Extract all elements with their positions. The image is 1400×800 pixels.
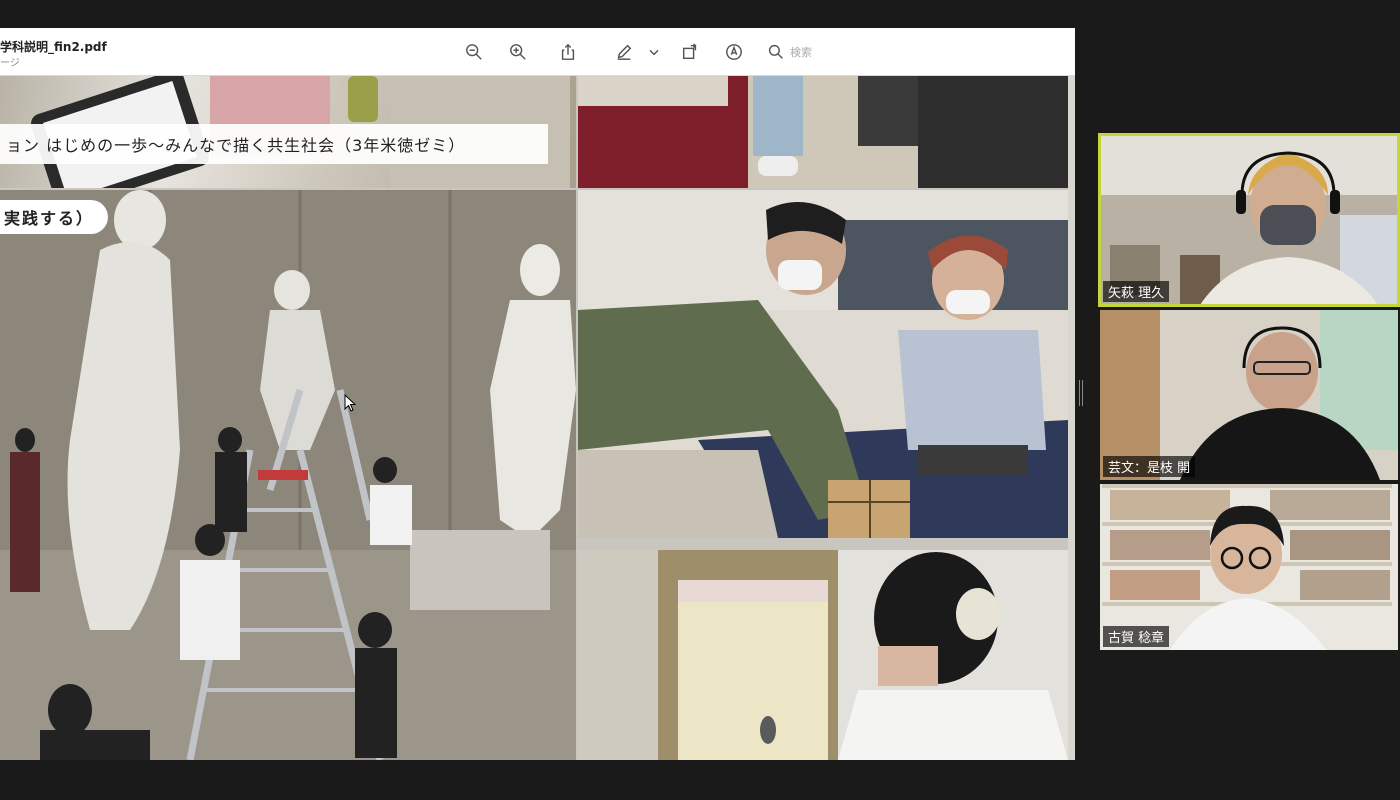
annotate-icon[interactable] — [722, 40, 746, 64]
photo-statues-gallery — [0, 190, 576, 760]
shared-screen: 学科説明_fin2.pdf ージ 検索 ョン はじめの一歩〜みんなで描く共生社会… — [0, 28, 1075, 760]
rotate-icon[interactable] — [678, 40, 702, 64]
markup-pen-icon[interactable] — [612, 40, 636, 64]
photo-tying-box — [578, 190, 1068, 538]
search-field[interactable] — [768, 40, 1068, 64]
share-icon[interactable] — [556, 40, 580, 64]
search-input[interactable] — [790, 45, 1040, 59]
zoom-out-icon[interactable] — [462, 40, 486, 64]
panel-resize-handle[interactable] — [1079, 380, 1083, 406]
chevron-down-icon[interactable] — [646, 40, 662, 64]
video-tile-participant-3[interactable]: 古賀 稔章 — [1100, 484, 1398, 650]
participant-name: 古賀 稔章 — [1103, 626, 1170, 647]
photo-hanging-scroll — [578, 550, 1068, 760]
photo-seated-people — [578, 76, 1068, 188]
mouse-cursor-icon — [344, 394, 356, 412]
slide-badge: 実践する） — [0, 200, 109, 234]
slide-title: ョン はじめの一歩〜みんなで描く共生社会（3年米徳ゼミ） — [0, 124, 548, 164]
participant-name: 芸文：是枝 開 — [1103, 456, 1196, 477]
participant-name: 矢萩 理久 — [1103, 281, 1170, 302]
participant-video-feed — [1100, 135, 1398, 305]
document-subtitle: ージ — [0, 58, 20, 69]
video-tile-participant-2[interactable]: 芸文：是枝 開 — [1100, 310, 1398, 480]
pdf-page: ョン はじめの一歩〜みんなで描く共生社会（3年米徳ゼミ） 実践する） — [0, 76, 1075, 760]
pdf-toolbar: 学科説明_fin2.pdf ージ — [0, 28, 1075, 76]
participant-video-feed — [1100, 310, 1398, 480]
document-title: 学科説明_fin2.pdf — [0, 40, 107, 54]
search-icon[interactable] — [768, 44, 784, 60]
zoom-in-icon[interactable] — [506, 40, 530, 64]
video-tile-participant-1[interactable]: 矢萩 理久 — [1098, 133, 1400, 307]
